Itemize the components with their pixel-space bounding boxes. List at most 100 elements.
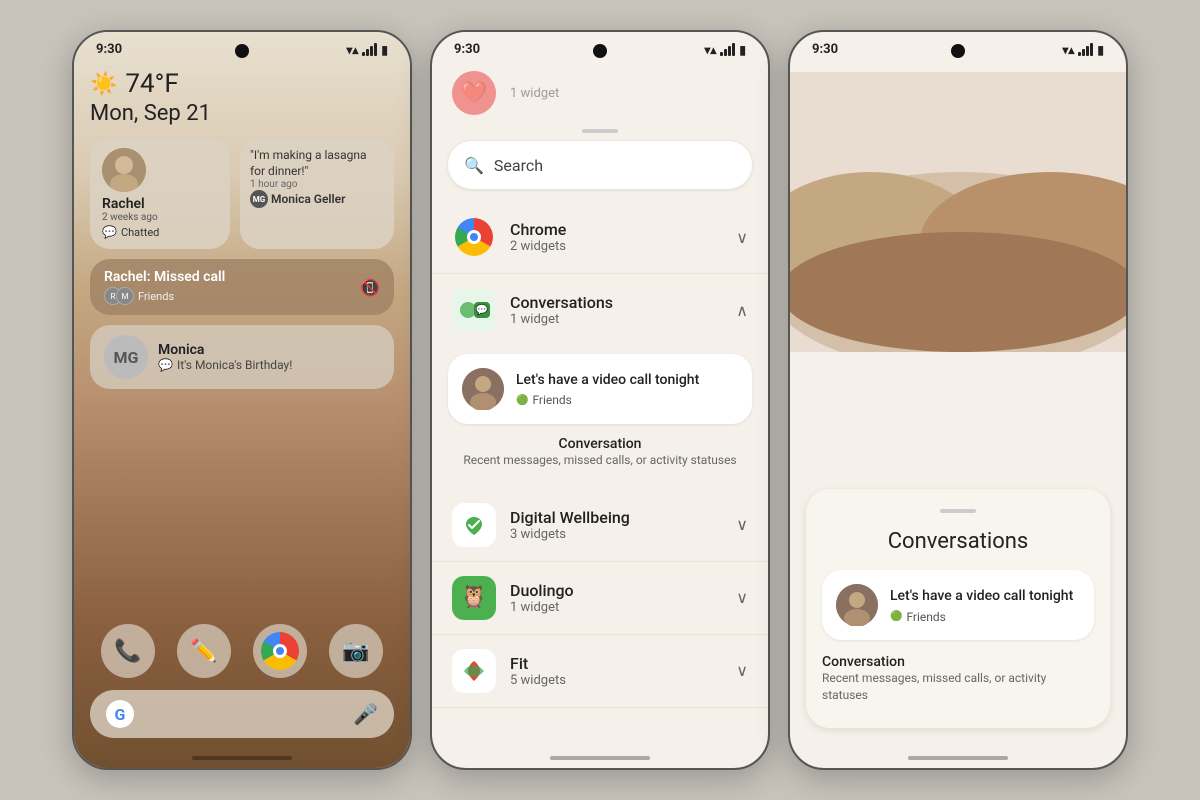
status-icons-1: ▾▴ ▮ — [346, 43, 388, 57]
phone3-preview-avatar — [836, 584, 878, 626]
weather-temp: ☀️ 74°F — [90, 69, 394, 99]
chrome-icon-container — [452, 215, 496, 259]
signal-2 — [720, 43, 735, 56]
partial-item-label: 1 widget — [510, 86, 559, 101]
conversations-preview-name: 🟢 Friends — [516, 393, 738, 407]
conversations-widget-title: Conversation — [448, 436, 752, 452]
chrome-app-icon-dock[interactable] — [253, 624, 307, 678]
time-1: 9:30 — [96, 42, 122, 57]
monica-small-avatar: MG — [250, 190, 268, 208]
monica-msg-content: "I'm making a lasagna for dinner!" 1 hou… — [250, 148, 384, 208]
sheet-handle — [582, 129, 618, 133]
phone3-status-dot: 🟢 — [890, 611, 902, 622]
wellbeing-list-item[interactable]: Digital Wellbeing 3 widgets ∨ — [432, 489, 768, 562]
conversations-list-item[interactable]: 💬 Conversations 1 widget ∧ — [432, 274, 768, 346]
conversations-preview-avatar — [462, 368, 504, 410]
phone3-preview-msg: Let's have a video call tonight — [890, 587, 1080, 605]
duolingo-icon: 🦉 — [452, 576, 496, 620]
phone3-handle — [940, 509, 976, 513]
time-3: 9:30 — [812, 42, 838, 57]
chrome-icon-center — [467, 230, 481, 244]
dock-icons: 📞 ✏️ 📷 — [90, 624, 394, 678]
phone3-desc-subtitle: Recent messages, missed calls, or activi… — [822, 670, 1094, 704]
camera-dot-1 — [235, 44, 249, 58]
conversations-preview-text: Let's have a video call tonight 🟢 Friend… — [516, 371, 738, 407]
duolingo-app-name: Duolingo — [510, 581, 722, 600]
chrome-list-item[interactable]: Chrome 2 widgets ∨ — [432, 201, 768, 274]
phone3-widget-preview[interactable]: Let's have a video call tonight 🟢 Friend… — [822, 570, 1094, 640]
monica-message-bubble[interactable]: "I'm making a lasagna for dinner!" 1 hou… — [240, 138, 394, 249]
status-dot: 🟢 — [516, 395, 528, 406]
monica-msg-text: "I'm making a lasagna for dinner!" — [250, 148, 384, 179]
search-bar[interactable]: 🔍 Search — [448, 141, 752, 189]
monica-bday-info: Monica 💬 It's Monica's Birthday! — [158, 342, 292, 372]
phone3-card: Conversations Let's have a video call to… — [806, 489, 1110, 728]
battery-icon-3: ▮ — [1097, 43, 1104, 57]
conversations-widget-count: 1 widget — [510, 312, 722, 327]
phone3-background — [790, 72, 1126, 352]
wifi-icon-2: ▾▴ — [704, 43, 716, 57]
missed-call-info: Rachel: Missed call R M Friends — [104, 269, 225, 305]
home-indicator-2 — [550, 756, 650, 760]
mg-avatar: MG — [104, 335, 148, 379]
status-icons-3: ▾▴ ▮ — [1062, 43, 1104, 57]
chrome-center-dock — [273, 644, 287, 658]
group-av-2: M — [116, 287, 134, 305]
rachel-avatar — [102, 148, 146, 192]
chrome-app-info: Chrome 2 widgets — [510, 220, 722, 254]
phone2-scroll[interactable]: ❤️ 1 widget 🔍 Search Chrome 2 widgets ∨ — [432, 61, 768, 757]
conversations-app-info: Conversations 1 widget — [510, 293, 722, 327]
wellbeing-icon — [452, 503, 496, 547]
conversations-icon-container: 💬 — [452, 288, 496, 332]
fit-widget-count: 5 widgets — [510, 673, 722, 688]
google-search-bar[interactable]: G 🎤 — [90, 690, 394, 738]
conversations-widget-preview[interactable]: Let's have a video call tonight 🟢 Friend… — [448, 354, 752, 424]
duolingo-chevron-icon: ∨ — [736, 588, 748, 607]
phone1-dock: 📞 ✏️ 📷 G 🎤 — [74, 624, 410, 738]
messenger-icon-2: 💬 — [158, 358, 173, 372]
missed-call-icon: 📵 — [360, 278, 380, 297]
search-text: Search — [494, 156, 543, 175]
monica-msg-time: 1 hour ago — [250, 179, 384, 190]
conversations-preview-msg: Let's have a video call tonight — [516, 371, 738, 389]
search-icon: 🔍 — [464, 156, 484, 175]
conversations-expanded: Let's have a video call tonight 🟢 Friend… — [432, 346, 768, 489]
battery-icon-2: ▮ — [739, 43, 746, 57]
phone-app-icon[interactable]: 📞 — [101, 624, 155, 678]
weather-icon: ☀️ — [90, 72, 117, 97]
fit-chevron-icon: ∨ — [736, 661, 748, 680]
phone3-desc-title: Conversation — [822, 654, 1094, 670]
status-bar-2: 9:30 ▾▴ ▮ — [432, 32, 768, 61]
battery-icon-1: ▮ — [381, 43, 388, 57]
phone3-preview-name: 🟢 Friends — [890, 610, 1080, 624]
signal-1 — [362, 43, 377, 56]
pen-app-icon[interactable]: ✏️ — [177, 624, 231, 678]
rachel-status: 💬 Chatted — [102, 225, 159, 239]
rachel-bubble[interactable]: Rachel 2 weeks ago 💬 Chatted — [90, 138, 230, 249]
time-2: 9:30 — [454, 42, 480, 57]
duolingo-list-item[interactable]: 🦉 Duolingo 1 widget ∨ — [432, 562, 768, 635]
fit-app-info: Fit 5 widgets — [510, 654, 722, 688]
phone3-desc: Conversation Recent messages, missed cal… — [822, 650, 1094, 708]
messenger-icon: 💬 — [102, 225, 117, 239]
home-indicator-3 — [908, 756, 1008, 760]
fit-icon — [452, 649, 496, 693]
mic-icon[interactable]: 🎤 — [353, 702, 378, 726]
signal-3 — [1078, 43, 1093, 56]
camera-app-icon[interactable]: 📷 — [329, 624, 383, 678]
partial-app-icon: ❤️ — [452, 71, 496, 115]
wellbeing-widget-count: 3 widgets — [510, 527, 722, 542]
monica-birthday-bubble[interactable]: MG Monica 💬 It's Monica's Birthday! — [90, 325, 394, 389]
chrome-app-name: Chrome — [510, 220, 722, 239]
phone-3: 9:30 ▾▴ ▮ Conversations — [788, 30, 1128, 770]
conversations-widget-desc: Conversation Recent messages, missed cal… — [448, 432, 752, 477]
status-bar-1: 9:30 ▾▴ ▮ — [74, 32, 410, 61]
conversations-row: Rachel 2 weeks ago 💬 Chatted "I'm making… — [90, 138, 394, 249]
phone3-preview-text: Let's have a video call tonight 🟢 Friend… — [890, 587, 1080, 623]
partial-top-item: ❤️ 1 widget — [432, 61, 768, 125]
phone-2: 9:30 ▾▴ ▮ ❤️ 1 widget 🔍 Search — [430, 30, 770, 770]
status-bar-3: 9:30 ▾▴ ▮ — [790, 32, 1126, 61]
rachel-time: 2 weeks ago — [102, 212, 158, 223]
missed-call-bubble[interactable]: Rachel: Missed call R M Friends 📵 — [90, 259, 394, 315]
fit-list-item[interactable]: Fit 5 widgets ∨ — [432, 635, 768, 708]
